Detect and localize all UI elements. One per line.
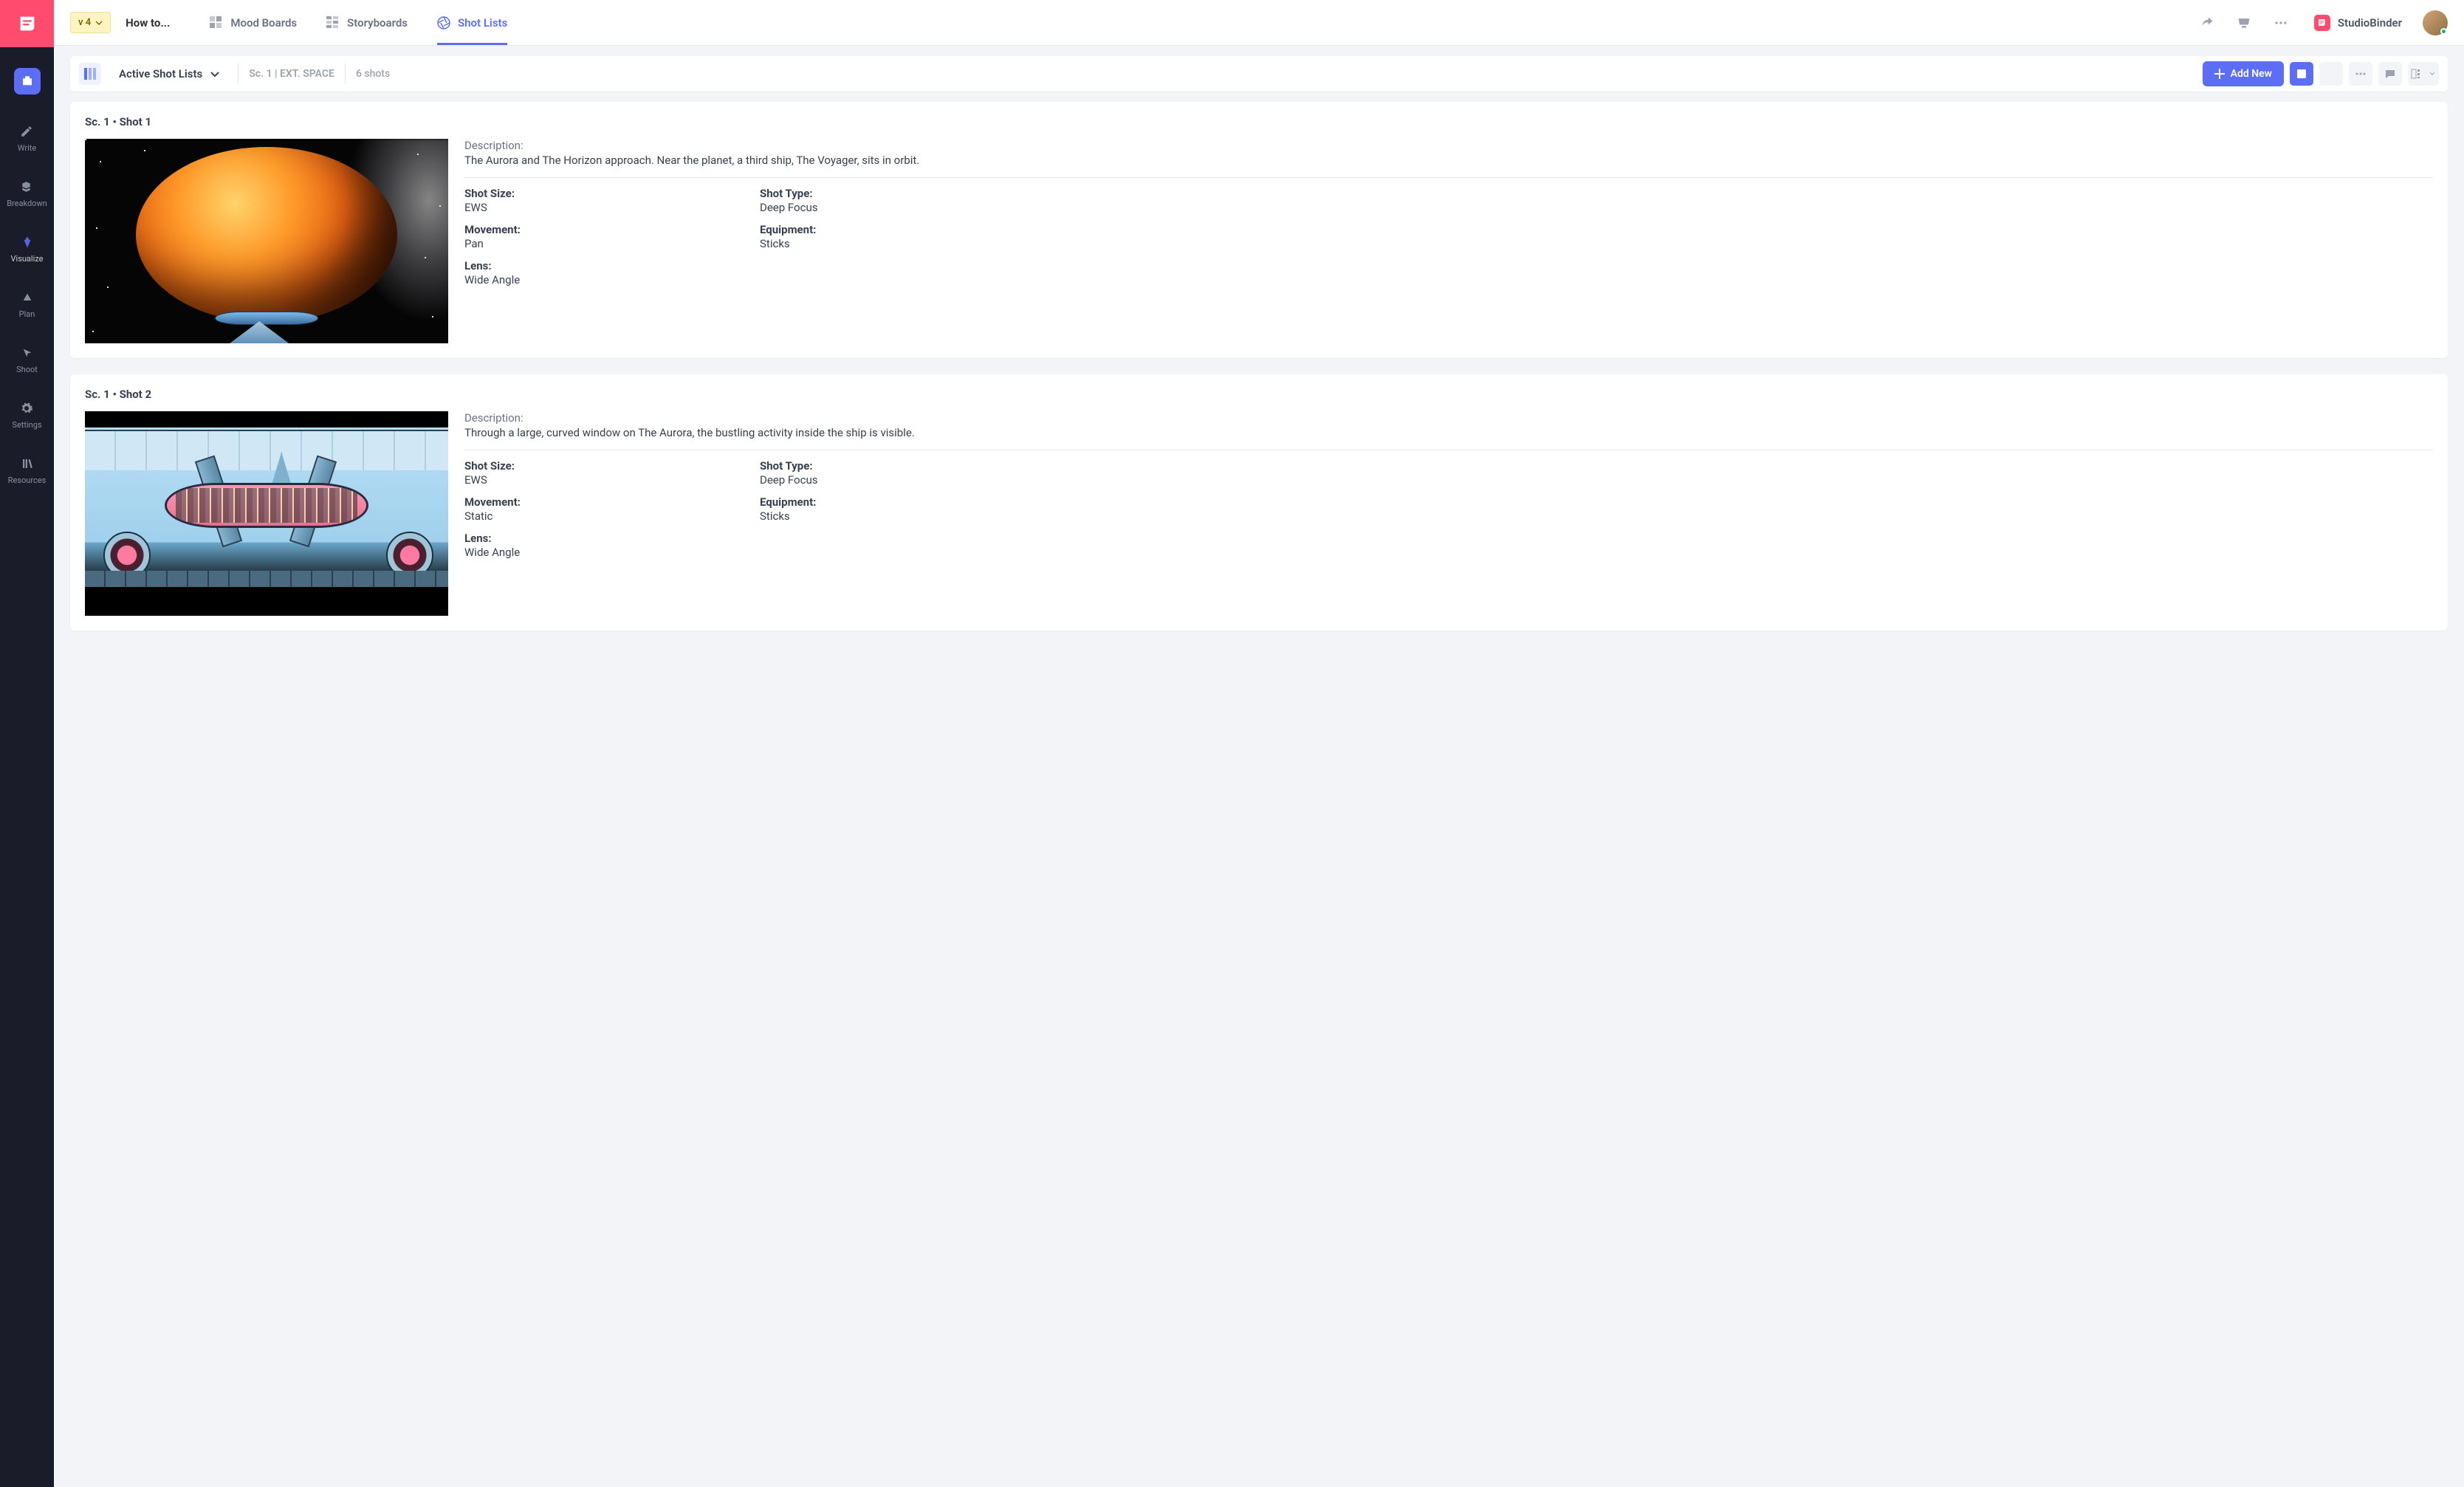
cursor-icon: [20, 346, 35, 360]
shot-count: 6 shots: [356, 68, 390, 80]
grid-icon: [210, 16, 223, 30]
movement: Movement: Static: [464, 495, 730, 523]
plus-icon: [2214, 69, 2225, 79]
sidebar-item-label: Resources: [8, 475, 47, 485]
sidebar-item-plan[interactable]: Plan: [19, 290, 35, 319]
ellipsis-icon: [2273, 16, 2288, 30]
sidebar-item-label: Settings: [12, 420, 41, 430]
columns-icon: [84, 68, 96, 80]
status-online-icon: [2440, 28, 2447, 35]
sidebar-item-resources[interactable]: Resources: [8, 456, 47, 485]
sidebar-item-label: Visualize: [11, 254, 44, 264]
tab-label: Shot Lists: [458, 16, 507, 30]
chevron-down-icon: [210, 69, 220, 79]
triangle-up-icon: [20, 290, 35, 305]
books-icon: [20, 456, 35, 471]
shot-card[interactable]: Sc. 1 • Shot 2: [70, 374, 2448, 631]
chevron-down-icon: [95, 19, 103, 27]
shot-type: Shot Type: Deep Focus: [760, 187, 1026, 214]
card-icon: [2296, 68, 2307, 80]
board-icon: [326, 16, 340, 30]
export-pdf-button[interactable]: [2319, 62, 2343, 86]
add-new-label: Add New: [2231, 68, 2272, 80]
user-avatar[interactable]: [2423, 10, 2448, 35]
layout-dropdown[interactable]: [2408, 62, 2439, 86]
shot-list-content: Sc. 1 • Shot 1 Description: Th: [54, 92, 2464, 1487]
add-new-button[interactable]: Add New: [2203, 61, 2284, 86]
sidebar-item-settings[interactable]: Settings: [12, 401, 41, 430]
shot-details: Description: The Aurora and The Horizon …: [464, 139, 2433, 343]
project-title: How to...: [126, 16, 170, 30]
tab-shot-lists[interactable]: Shot Lists: [437, 0, 507, 45]
sidebar-item-breakdown[interactable]: Breakdown: [7, 179, 47, 208]
gear-icon: [19, 401, 34, 416]
brand-text: StudioBinder: [2338, 16, 2402, 30]
sidebar: Write Breakdown Visualize Plan Shoot Set…: [0, 0, 54, 1487]
shot-card[interactable]: Sc. 1 • Shot 1 Description: Th: [70, 102, 2448, 358]
shot-image[interactable]: [85, 139, 448, 343]
sidebar-item-label: Write: [18, 143, 36, 153]
layout-icon: [2411, 68, 2427, 80]
share-icon: [2200, 16, 2214, 30]
brand[interactable]: StudioBinder: [2314, 15, 2402, 31]
scene-label: Sc. 1 | EXT. SPACE: [249, 68, 334, 80]
dropdown-label: Active Shot Lists: [119, 67, 202, 80]
active-shot-lists-dropdown[interactable]: Active Shot Lists: [111, 67, 227, 80]
sidebar-item-shoot[interactable]: Shoot: [16, 346, 38, 374]
description-label: Description:: [464, 139, 2433, 152]
tab-storyboards[interactable]: Storyboards: [326, 0, 408, 45]
shot-image[interactable]: [85, 411, 448, 616]
ellipsis-icon: [2355, 68, 2367, 80]
more-button[interactable]: [2268, 10, 2293, 35]
sidebar-item-visualize[interactable]: Visualize: [11, 235, 44, 264]
present-button[interactable]: [2231, 10, 2257, 35]
aperture-icon: [437, 16, 450, 30]
chevron-down-icon: [2429, 70, 2436, 78]
present-icon: [2237, 16, 2251, 30]
shot-type: Shot Type: Deep Focus: [760, 459, 1026, 487]
sidebar-project-icon[interactable]: [14, 68, 41, 95]
diamond-icon: [20, 235, 35, 250]
lens: Lens: Wide Angle: [464, 259, 730, 286]
shot-size: Shot Size: EWS: [464, 187, 730, 214]
sidebar-item-label: Breakdown: [7, 199, 47, 208]
description-text: Through a large, curved window on The Au…: [464, 426, 2433, 439]
board-view-button[interactable]: [79, 63, 101, 85]
sub-toolbar: Active Shot Lists Sc. 1 | EXT. SPACE 6 s…: [70, 56, 2448, 92]
shot-header: Sc. 1 • Shot 1: [85, 115, 2433, 128]
chat-button[interactable]: [2378, 62, 2402, 86]
movement: Movement: Pan: [464, 223, 730, 250]
tab-label: Mood Boards: [230, 16, 297, 30]
sidebar-item-write[interactable]: Write: [18, 124, 36, 153]
chat-icon: [2384, 68, 2396, 80]
version-selector[interactable]: v 4: [70, 12, 111, 33]
app-logo[interactable]: [0, 0, 54, 47]
version-label: v 4: [78, 17, 91, 28]
tab-label: Storyboards: [347, 16, 408, 30]
card-view-button[interactable]: [2290, 62, 2313, 86]
shot-size: Shot Size: EWS: [464, 459, 730, 487]
share-button[interactable]: [2194, 10, 2220, 35]
shot-header: Sc. 1 • Shot 2: [85, 388, 2433, 401]
equipment: Equipment: Sticks: [760, 495, 1026, 523]
download-icon: [2325, 68, 2337, 80]
more-tools-button[interactable]: [2349, 62, 2372, 86]
tab-mood-boards[interactable]: Mood Boards: [210, 0, 297, 45]
pencil-icon: [19, 124, 34, 139]
description-label: Description:: [464, 411, 2433, 425]
separator: [345, 63, 346, 84]
sidebar-item-label: Shoot: [16, 365, 38, 374]
brand-badge-icon: [2314, 15, 2330, 31]
separator: [464, 177, 2433, 178]
description-text: The Aurora and The Horizon approach. Nea…: [464, 154, 2433, 167]
shot-details: Description: Through a large, curved win…: [464, 411, 2433, 616]
sidebar-item-label: Plan: [19, 309, 35, 319]
equipment: Equipment: Sticks: [760, 223, 1026, 250]
tags-icon: [20, 179, 35, 194]
lens: Lens: Wide Angle: [464, 532, 730, 559]
topbar: v 4 How to... Mood Boards Storyboards Sh…: [54, 0, 2464, 46]
